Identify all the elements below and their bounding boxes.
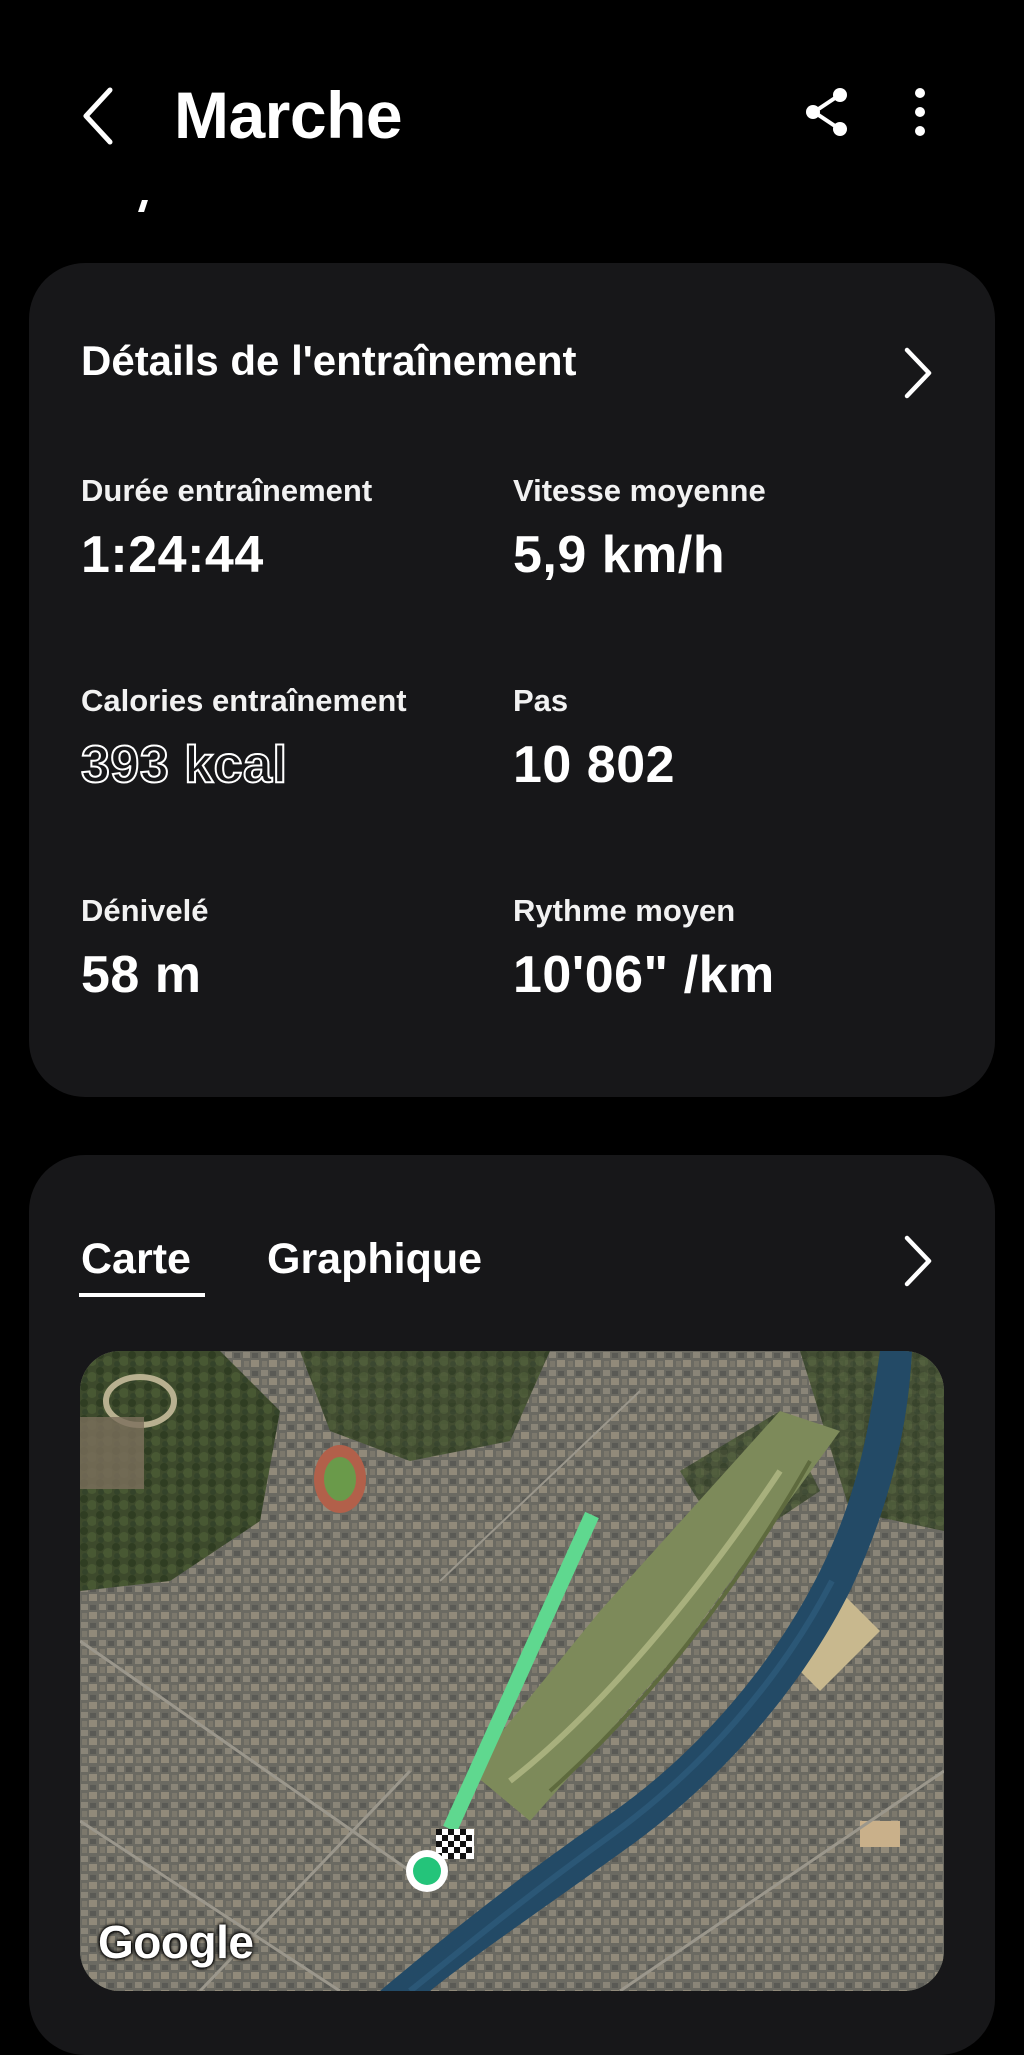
satellite-map-image <box>80 1351 944 1991</box>
app-header: Marche <box>0 0 1024 212</box>
back-button[interactable] <box>72 80 128 152</box>
more-vertical-icon <box>915 88 925 136</box>
average-speed-value: 5,9 km/h <box>513 526 726 584</box>
average-speed-label: Vitesse moyenne <box>513 473 766 508</box>
more-options-button[interactable] <box>896 84 944 140</box>
workout-details-open-button[interactable] <box>891 338 941 408</box>
chevron-right-icon <box>904 347 932 399</box>
share-icon <box>806 88 847 136</box>
tab-graph[interactable]: Graphique <box>267 1235 482 1284</box>
tab-map-underline <box>79 1293 205 1297</box>
duration-value: 1:24:44 <box>81 526 264 584</box>
route-card: Carte Graphique Google <box>29 1155 995 2055</box>
chevron-right-icon <box>904 1235 932 1287</box>
scroll-artifact <box>138 200 148 212</box>
steps-value: 10 802 <box>513 736 676 794</box>
chevron-left-icon <box>83 87 113 145</box>
steps-label: Pas <box>513 683 569 718</box>
tab-map[interactable]: Carte <box>81 1235 191 1284</box>
workout-details-card: Détails de l'entraînement Durée entraîne… <box>29 263 995 1097</box>
average-pace-value: 10'06" /km <box>513 946 775 1004</box>
elevation-value: 58 m <box>81 946 202 1004</box>
calories-label: Calories entraînement <box>81 683 407 718</box>
workout-details-title: Détails de l'entraînement <box>81 337 577 384</box>
page-title: Marche <box>174 78 403 152</box>
share-button[interactable] <box>800 84 856 140</box>
route-open-button[interactable] <box>891 1226 941 1296</box>
average-pace-label: Rythme moyen <box>513 893 736 928</box>
calories-value: 393 kcal <box>80 735 288 795</box>
route-map[interactable]: Google <box>80 1351 944 1991</box>
duration-label: Durée entraînement <box>81 473 373 508</box>
google-attribution: Google <box>98 1916 254 1968</box>
elevation-label: Dénivelé <box>81 893 209 928</box>
